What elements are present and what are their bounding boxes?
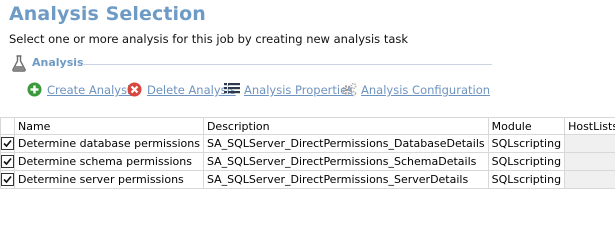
row-description: SA_SQLServer_DirectPermissions_SchemaDet… <box>202 152 489 171</box>
column-header-module[interactable]: Module <box>487 117 566 135</box>
analysis-configuration-label: Analysis Configuration <box>361 83 491 97</box>
column-header-name[interactable]: Name <box>14 117 204 135</box>
row-checkbox[interactable] <box>1 137 14 151</box>
delete-circle-icon <box>127 82 142 97</box>
row-module: SQLscripting <box>487 170 566 189</box>
row-name: Determine database permissions <box>14 134 204 153</box>
row-name: Determine server permissions <box>14 170 204 189</box>
row-module: SQLscripting <box>487 152 566 171</box>
page-subtitle: Select one or more analysis for this job… <box>9 32 409 46</box>
section-divider <box>82 64 492 65</box>
section-title: Analysis <box>32 56 84 69</box>
checkmark-icon <box>3 176 12 184</box>
select-column-header[interactable] <box>0 117 15 135</box>
row-description: SA_SQLServer_DirectPermissions_DatabaseD… <box>202 134 489 153</box>
row-hostlists[interactable] <box>564 170 615 189</box>
table-row[interactable]: Determine database permissions SA_SQLSer… <box>0 134 615 153</box>
column-header-description[interactable]: Description <box>202 117 489 135</box>
row-module: SQLscripting <box>487 134 566 153</box>
row-hostlists[interactable] <box>564 152 615 171</box>
plus-circle-icon <box>27 82 42 97</box>
checkmark-icon <box>3 140 12 148</box>
page-title: Analysis Selection <box>9 3 206 25</box>
table-header-row: Name Description Module HostLists <box>0 117 615 135</box>
gears-icon <box>342 82 357 97</box>
flask-icon <box>11 55 27 77</box>
row-checkbox[interactable] <box>1 173 14 187</box>
analysis-section-header: Analysis <box>11 53 492 77</box>
row-name: Determine schema permissions <box>14 152 204 171</box>
row-hostlists[interactable] <box>564 134 615 153</box>
row-checkbox[interactable] <box>1 155 14 169</box>
column-header-hostlists[interactable]: HostLists <box>564 117 615 135</box>
table-row[interactable]: Determine server permissions SA_SQLServe… <box>0 170 615 189</box>
list-icon <box>224 83 240 94</box>
checkmark-icon <box>3 158 12 166</box>
analysis-table: Name Description Module HostLists Determ… <box>0 117 615 189</box>
table-row[interactable]: Determine schema permissions SA_SQLServe… <box>0 152 615 171</box>
row-description: SA_SQLServer_DirectPermissions_ServerDet… <box>202 170 489 189</box>
analysis-properties-label: Analysis Properties <box>244 83 354 97</box>
delete-analysis-label: Delete Analysis <box>147 83 236 97</box>
create-analysis-label: Create Analysis <box>47 83 137 97</box>
